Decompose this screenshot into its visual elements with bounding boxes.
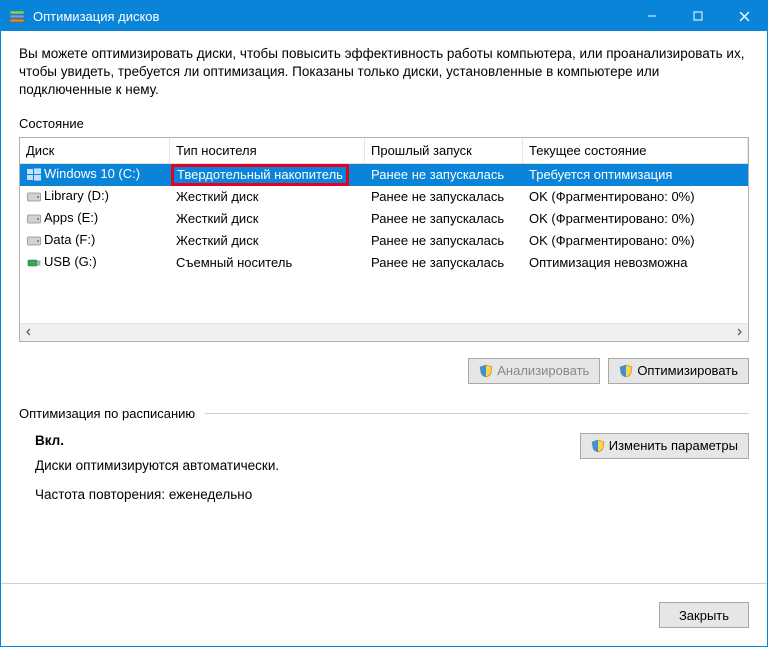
minimize-button[interactable] [629, 1, 675, 31]
table-row[interactable]: USB (G:) Съемный носитель Ранее не запуска… [20, 252, 748, 274]
drive-icon [26, 233, 44, 249]
type-value: Жесткий диск [176, 233, 258, 248]
cell-last-run: Ранее не запускалась [365, 211, 523, 226]
cell-current-state: OK (Фрагментировано: 0%) [523, 211, 748, 226]
drive-icon [26, 211, 44, 227]
titlebar: Оптимизация дисков [1, 1, 767, 31]
col-header-type[interactable]: Тип носителя [170, 138, 365, 163]
table-row[interactable]: Data (F:) Жесткий диск Ранее не запускалас… [20, 230, 748, 252]
app-icon [9, 8, 25, 24]
disk-name: Library (D:) [44, 188, 109, 203]
cell-disk: Data (F:) [20, 232, 170, 249]
horizontal-scrollbar[interactable] [20, 323, 748, 341]
cell-disk: USB (G:) [20, 254, 170, 271]
change-settings-label: Изменить параметры [609, 438, 738, 453]
col-header-state[interactable]: Текущее состояние [523, 138, 748, 163]
window: Оптимизация дисков Вы можете оптимизиров… [0, 0, 768, 647]
window-title: Оптимизация дисков [33, 9, 629, 24]
shield-icon [591, 439, 605, 453]
action-buttons: Анализировать Оптимизировать [19, 358, 749, 384]
description-text: Вы можете оптимизировать диски, чтобы по… [19, 45, 749, 100]
drive-icon [26, 189, 44, 205]
table-row[interactable]: Windows 10 (C:) Твердотельный накопитель Р… [20, 164, 748, 186]
table-row[interactable]: Apps (E:) Жесткий диск Ранее не запускалас… [20, 208, 748, 230]
schedule-header-label: Оптимизация по расписанию [19, 406, 195, 421]
maximize-button[interactable] [675, 1, 721, 31]
disk-name: Apps (E:) [44, 210, 98, 225]
change-settings-button[interactable]: Изменить параметры [580, 433, 749, 459]
table-header: Диск Тип носителя Прошлый запуск Текущее… [20, 138, 748, 164]
scroll-track[interactable] [38, 324, 730, 341]
cell-last-run: Ранее не запускалась [365, 233, 523, 248]
schedule-on-label: Вкл. [35, 433, 580, 448]
schedule-auto-text: Диски оптимизируются автоматически. [35, 458, 580, 473]
cell-last-run: Ранее не запускалась [365, 255, 523, 270]
shield-icon [479, 364, 493, 378]
cell-current-state: Требуется оптимизация [523, 167, 748, 182]
divider-line [205, 413, 749, 414]
scroll-left-button[interactable] [20, 324, 38, 341]
footer: Закрыть [1, 583, 767, 646]
cell-type: Жесткий диск [170, 211, 365, 226]
status-label: Состояние [19, 116, 749, 131]
content-area: Вы можете оптимизировать диски, чтобы по… [1, 31, 767, 583]
close-button[interactable]: Закрыть [659, 602, 749, 628]
disk-name: Windows 10 (C:) [44, 166, 140, 181]
type-value: Твердотельный накопитель [171, 164, 349, 186]
cell-last-run: Ранее не запускалась [365, 167, 523, 182]
schedule-row: Вкл. Диски оптимизируются автоматически.… [19, 433, 749, 502]
cell-current-state: Оптимизация невозможна [523, 255, 748, 270]
shield-icon [619, 364, 633, 378]
table-row[interactable]: Library (D:) Жесткий диск Ранее не запуска… [20, 186, 748, 208]
cell-disk: Windows 10 (C:) [20, 166, 170, 183]
col-header-last[interactable]: Прошлый запуск [365, 138, 523, 163]
analyze-label: Анализировать [497, 363, 589, 378]
cell-disk: Apps (E:) [20, 210, 170, 227]
cell-current-state: OK (Фрагментировано: 0%) [523, 189, 748, 204]
cell-type: Твердотельный накопитель [170, 164, 365, 186]
cell-current-state: OK (Фрагментировано: 0%) [523, 233, 748, 248]
schedule-section-header: Оптимизация по расписанию [19, 406, 749, 421]
type-value: Жесткий диск [176, 211, 258, 226]
disk-name: USB (G:) [44, 254, 97, 269]
type-value: Жесткий диск [176, 189, 258, 204]
analyze-button: Анализировать [468, 358, 600, 384]
table-body: Windows 10 (C:) Твердотельный накопитель Р… [20, 164, 748, 323]
cell-type: Жесткий диск [170, 189, 365, 204]
cell-type: Съемный носитель [170, 255, 365, 270]
scroll-right-button[interactable] [730, 324, 748, 341]
cell-type: Жесткий диск [170, 233, 365, 248]
optimize-label: Оптимизировать [637, 363, 738, 378]
disk-name: Data (F:) [44, 232, 95, 247]
close-window-button[interactable] [721, 1, 767, 31]
drive-icon [26, 167, 44, 183]
col-header-disk[interactable]: Диск [20, 138, 170, 163]
cell-last-run: Ранее не запускалась [365, 189, 523, 204]
optimize-button[interactable]: Оптимизировать [608, 358, 749, 384]
type-value: Съемный носитель [176, 255, 292, 270]
schedule-freq-text: Частота повторения: еженедельно [35, 487, 580, 502]
schedule-info: Вкл. Диски оптимизируются автоматически.… [19, 433, 580, 502]
drives-table: Диск Тип носителя Прошлый запуск Текущее… [19, 137, 749, 342]
cell-disk: Library (D:) [20, 188, 170, 205]
drive-icon [26, 255, 44, 271]
